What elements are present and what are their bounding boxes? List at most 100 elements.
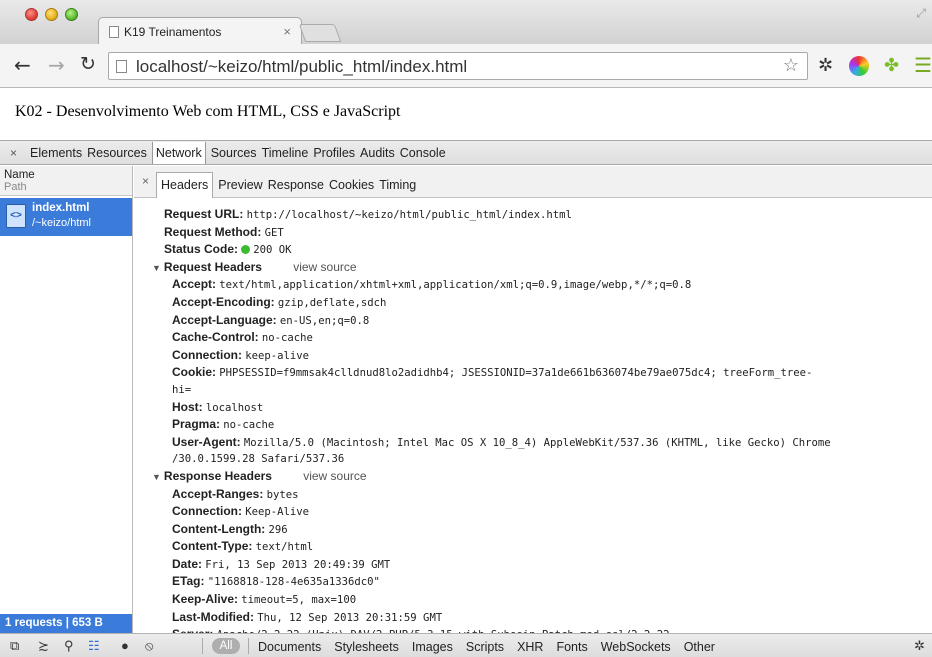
- devtools-tabbar: × Elements Resources Network Sources Timelin…: [0, 140, 932, 165]
- minimize-window-button[interactable]: [45, 8, 58, 21]
- large-rows-icon[interactable]: ☷: [88, 638, 100, 654]
- header-key: Content-Length:: [172, 521, 266, 536]
- filter-websockets[interactable]: WebSockets: [601, 640, 671, 654]
- devtools-tab-elements[interactable]: Elements: [30, 146, 82, 160]
- disclosure-triangle-icon[interactable]: ▼: [152, 472, 161, 482]
- disclosure-triangle-icon[interactable]: ▼: [152, 263, 161, 273]
- devtools-statusbar: ⧉ ≿ ⚲ ☷ ● ⦸ All Documents Stylesheets Imag…: [0, 633, 932, 657]
- forward-arrow-icon[interactable]: →: [48, 53, 65, 77]
- tab-close-icon[interactable]: ×: [283, 24, 291, 39]
- details-tab-preview[interactable]: Preview: [218, 178, 262, 192]
- dock-icon[interactable]: ⧉: [10, 638, 19, 654]
- header-row: /30.0.1599.28 Safari/537.36: [172, 451, 831, 468]
- header-value: localhost: [205, 401, 264, 414]
- request-row[interactable]: <> index.html /~keizo/html: [0, 198, 132, 236]
- view-source-link[interactable]: view source: [293, 260, 356, 274]
- details-close-icon[interactable]: ×: [142, 174, 149, 188]
- settings-gear-icon[interactable]: ✲: [914, 638, 925, 654]
- android-extension-icon[interactable]: ✤: [884, 55, 899, 76]
- filter-fonts[interactable]: Fonts: [556, 640, 587, 654]
- header-value: keep-alive: [245, 349, 310, 362]
- header-value: en-US,en;q=0.8: [279, 314, 370, 327]
- details-tab-timing[interactable]: Timing: [379, 178, 416, 192]
- request-summary: 1 requests | 653 B: [0, 614, 132, 633]
- details-tab-cookies[interactable]: Cookies: [329, 178, 374, 192]
- zoom-window-button[interactable]: [65, 8, 78, 21]
- new-tab-button[interactable]: [298, 24, 342, 42]
- details-tab-headers[interactable]: Headers: [156, 172, 214, 198]
- header-key: Date:: [172, 556, 203, 571]
- html-file-icon: <>: [6, 204, 26, 228]
- response-headers-section-toggle[interactable]: ▼ Response Headers view source: [152, 468, 831, 486]
- header-value: text/html,application/xhtml+xml,applicat…: [219, 279, 692, 292]
- close-window-button[interactable]: [25, 8, 38, 21]
- back-arrow-icon[interactable]: ←: [14, 53, 31, 77]
- devtools-tab-resources[interactable]: Resources: [87, 146, 147, 160]
- header-key: Content-Type:: [172, 539, 253, 554]
- address-bar[interactable]: localhost/~keizo/html/public_html/index.…: [108, 52, 808, 80]
- details-tab-response[interactable]: Response: [268, 178, 324, 192]
- browser-toolbar: ← → ↻ localhost/~keizo/html/public_html/…: [0, 44, 932, 88]
- header-row: Host: localhost: [172, 399, 831, 417]
- header-value: gzip,deflate,sdch: [277, 296, 387, 309]
- reload-icon[interactable]: ↻: [80, 53, 96, 75]
- header-value: bytes: [266, 488, 299, 501]
- bookmark-star-icon[interactable]: ☆: [783, 55, 799, 76]
- filter-scripts[interactable]: Scripts: [466, 640, 504, 654]
- header-key: Status Code:: [164, 242, 239, 257]
- header-key: User-Agent:: [172, 434, 241, 449]
- name-path-column-header[interactable]: Name Path: [0, 166, 132, 196]
- devtools-tab-audits[interactable]: Audits: [360, 146, 395, 160]
- header-key: Accept-Language:: [172, 312, 277, 327]
- record-icon[interactable]: ●: [121, 638, 129, 653]
- header-row: Keep-Alive: timeout=5, max=100: [172, 591, 831, 609]
- menu-icon[interactable]: ☰: [914, 53, 932, 78]
- header-key: ETag:: [172, 574, 205, 589]
- header-value: no-cache: [261, 332, 313, 345]
- devtools-tab-sources[interactable]: Sources: [211, 146, 257, 160]
- filter-all-button[interactable]: All: [212, 638, 240, 654]
- filter-xhr[interactable]: XHR: [517, 640, 543, 654]
- page-icon: [109, 26, 119, 38]
- network-request-list: Name Path <> index.html /~keizo/html 1 r…: [0, 166, 133, 633]
- header-row: Pragma: no-cache: [172, 416, 831, 434]
- header-key: Connection:: [172, 347, 242, 362]
- header-value: GET: [264, 226, 284, 239]
- filter-images[interactable]: Images: [412, 640, 453, 654]
- header-value: /30.0.1599.28 Safari/537.36: [172, 453, 345, 466]
- browser-tab[interactable]: K19 Treinamentos ×: [98, 17, 302, 45]
- header-value: 296: [268, 523, 288, 536]
- header-key: Accept:: [172, 277, 217, 292]
- header-row: Connection: Keep-Alive: [172, 503, 831, 521]
- header-value: Fri, 13 Sep 2013 20:49:39 GMT: [205, 558, 391, 571]
- header-key: Accept-Encoding:: [172, 294, 275, 309]
- header-value: no-cache: [223, 419, 275, 432]
- devtools-close-icon[interactable]: ×: [10, 146, 17, 160]
- filter-stylesheets[interactable]: Stylesheets: [334, 640, 399, 654]
- view-source-link[interactable]: view source: [303, 469, 366, 483]
- header-value: http://localhost/~keizo/html/public_html…: [246, 209, 572, 221]
- devtools-tab-network[interactable]: Network: [151, 142, 206, 164]
- devtools-tab-profiles[interactable]: Profiles: [313, 146, 355, 160]
- header-key: Request URL:: [164, 207, 244, 221]
- fullscreen-icon[interactable]: ⤢: [916, 6, 926, 21]
- console-drawer-icon[interactable]: ≿: [38, 638, 49, 654]
- filter-other[interactable]: Other: [684, 640, 715, 654]
- header-key: Request Method:: [164, 224, 262, 239]
- header-value: Mozilla/5.0 (Macintosh; Intel Mac OS X 1…: [243, 436, 831, 449]
- header-row: ETag: "1168818-128-4e635a1336dc0": [172, 573, 831, 591]
- filter-documents[interactable]: Documents: [258, 640, 321, 654]
- search-icon[interactable]: ⚲: [64, 638, 74, 654]
- separator: [202, 638, 203, 654]
- devtools-tab-console[interactable]: Console: [400, 146, 446, 160]
- color-picker-extension-icon[interactable]: [849, 56, 869, 76]
- settings-gear-icon[interactable]: ✲: [818, 55, 833, 76]
- header-row: Accept: text/html,application/xhtml+xml,…: [172, 276, 831, 294]
- clear-icon[interactable]: ⦸: [145, 638, 153, 654]
- url-text[interactable]: localhost/~keizo/html/public_html/index.…: [136, 57, 467, 77]
- request-headers-section-toggle[interactable]: ▼ Request Headers view source: [152, 259, 831, 277]
- section-title: Request Headers: [163, 259, 262, 274]
- page-icon: [116, 60, 127, 73]
- header-key: Keep-Alive:: [172, 592, 239, 607]
- devtools-tab-timeline[interactable]: Timeline: [262, 146, 309, 160]
